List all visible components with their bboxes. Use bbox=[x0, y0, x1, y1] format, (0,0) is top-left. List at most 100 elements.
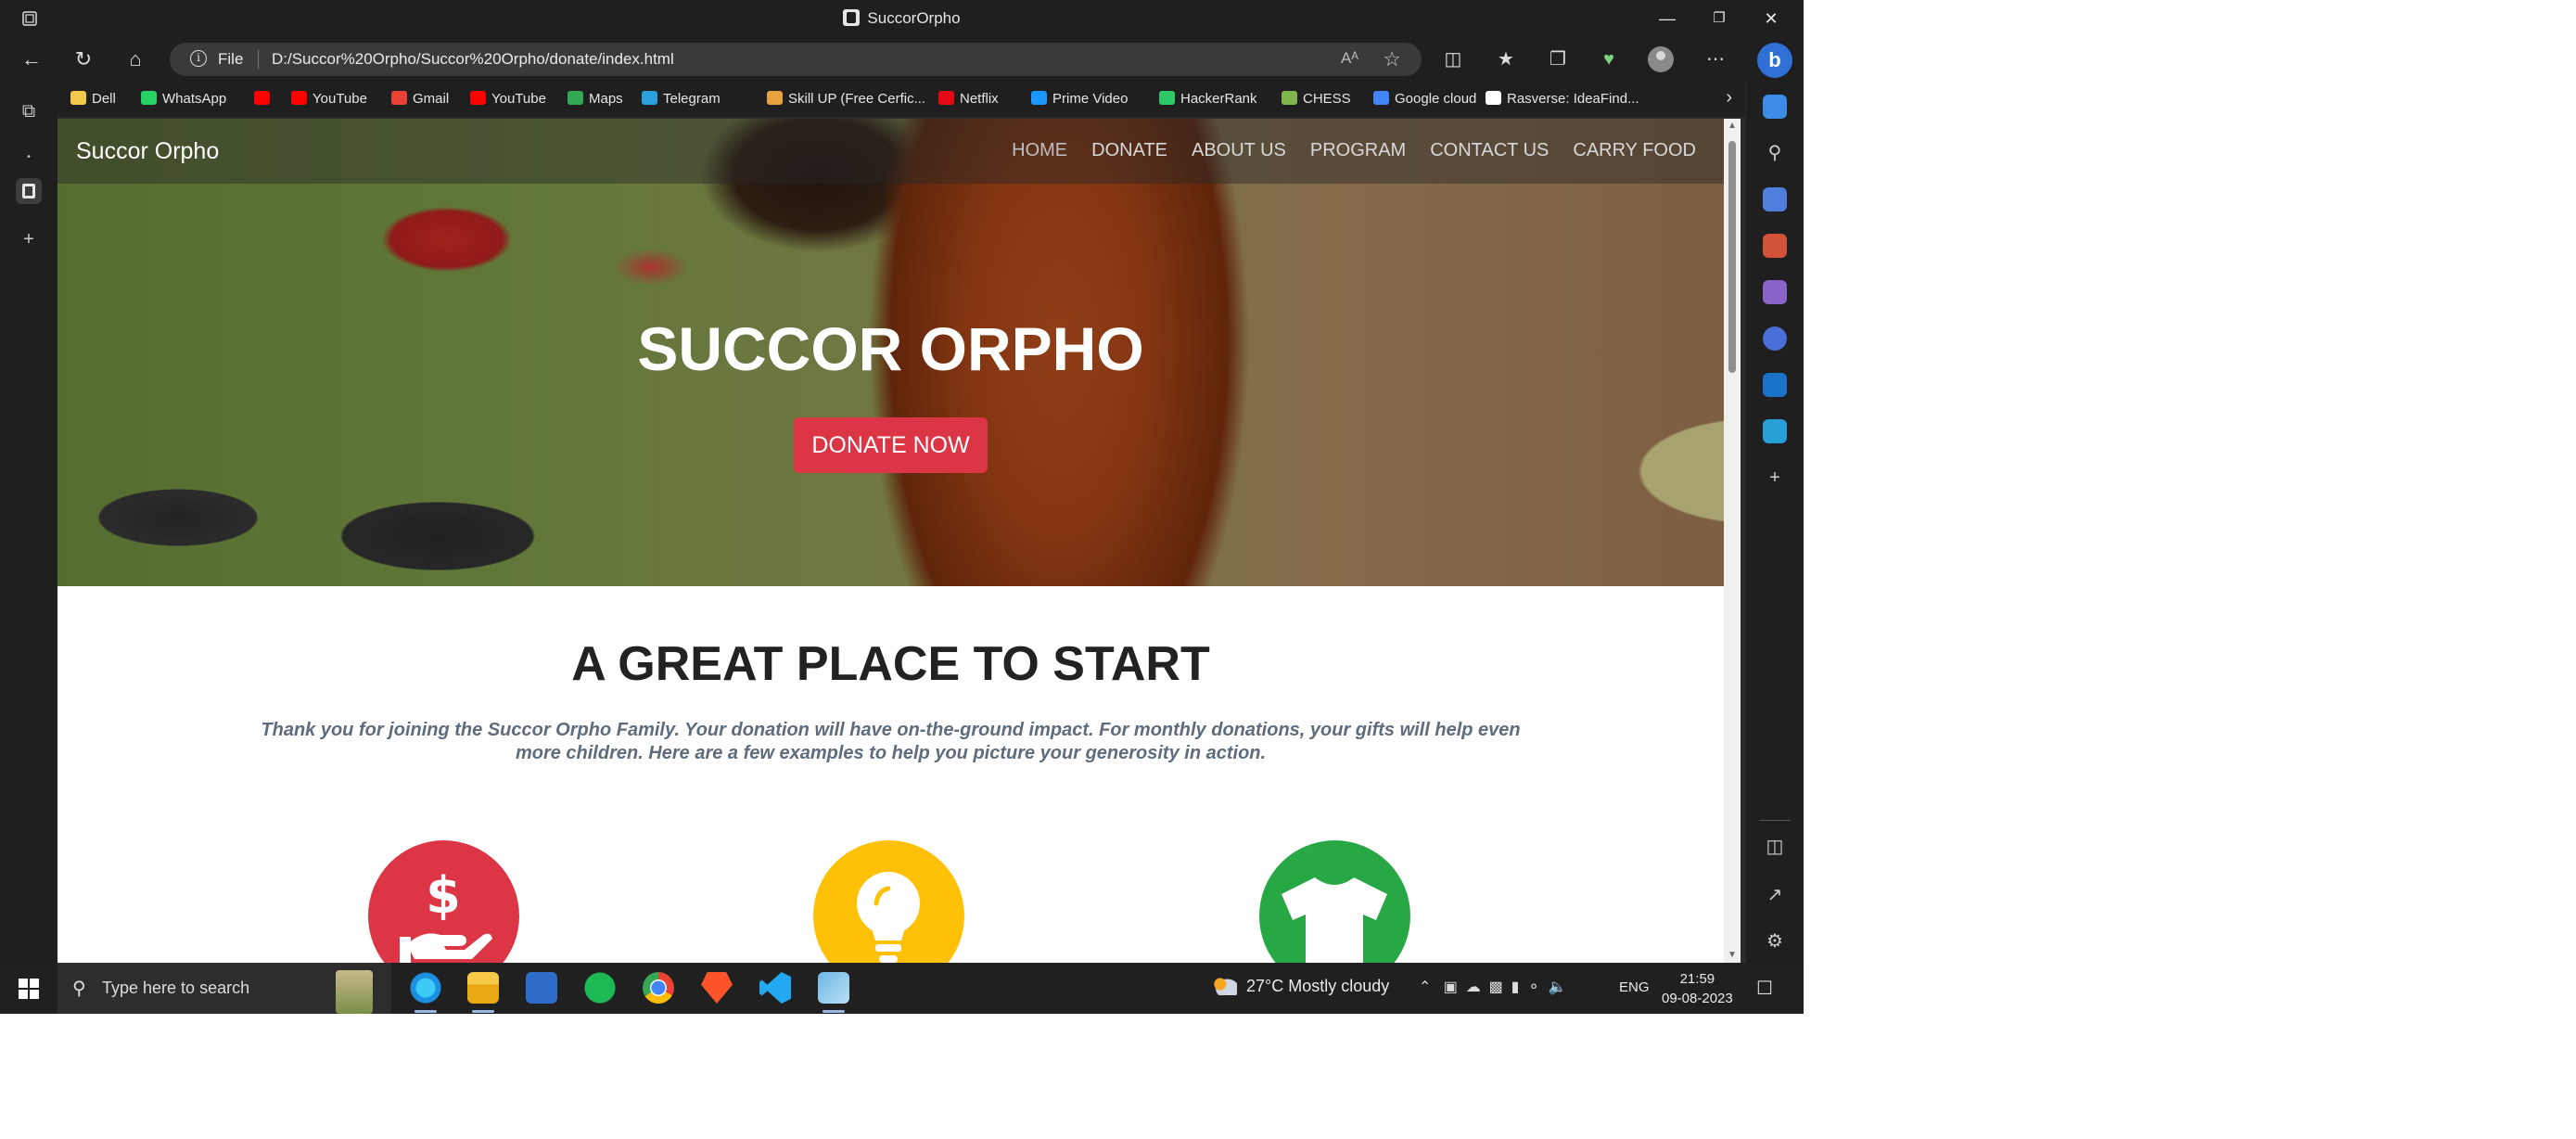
games-icon[interactable] bbox=[1763, 280, 1787, 304]
show-hidden-icons-icon[interactable]: ⌃ bbox=[1419, 979, 1431, 995]
nav-link-program[interactable]: PROGRAM bbox=[1310, 140, 1406, 161]
bookmark-google-cloud[interactable]: Google cloud bbox=[1373, 91, 1476, 107]
edge-taskbar-icon[interactable] bbox=[410, 972, 441, 1013]
nav-link-about-us[interactable]: ABOUT US bbox=[1192, 140, 1286, 161]
read-aloud-icon[interactable]: Aᴬ bbox=[1341, 49, 1358, 68]
outlook-icon[interactable] bbox=[1763, 373, 1787, 397]
hackerrank-icon bbox=[1159, 91, 1175, 105]
bookmark-chess[interactable]: CHESS bbox=[1282, 91, 1351, 107]
clock[interactable]: 21:59 09-08-2023 bbox=[1662, 969, 1733, 1008]
browser-toolbar: ← ↻ ⌂ i File D:/Succor%20Orpho/Succor%20… bbox=[0, 37, 1804, 82]
settings-gear-icon[interactable]: ⚙ bbox=[1763, 929, 1787, 953]
collections-icon[interactable]: ❐ bbox=[1545, 46, 1571, 72]
donate-now-button[interactable]: DONATE NOW bbox=[794, 417, 988, 473]
chrome-taskbar-icon[interactable] bbox=[643, 972, 674, 1004]
bookmark-rasverse-ideafind[interactable]: Rasverse: IdeaFind... bbox=[1486, 91, 1639, 107]
bookmark-youtube[interactable]: YouTube bbox=[470, 91, 546, 107]
profile-avatar[interactable] bbox=[1648, 46, 1674, 72]
scrollbar-thumb[interactable] bbox=[1728, 141, 1736, 373]
notification-center-icon[interactable]: ☐ bbox=[1756, 977, 1773, 1000]
search-icon[interactable]: ⚲ bbox=[1763, 141, 1787, 165]
nav-link-carry-food[interactable]: CARRY FOOD bbox=[1573, 140, 1696, 161]
tab-dot-icon[interactable]: • bbox=[16, 145, 42, 171]
more-options-icon[interactable]: ⋯ bbox=[1702, 46, 1728, 72]
brave-taskbar-icon[interactable] bbox=[701, 972, 733, 1004]
bookmark-label: Prime Video bbox=[1052, 91, 1129, 107]
bing-chat-icon[interactable]: b bbox=[1757, 43, 1792, 78]
open-external-icon[interactable]: ↗ bbox=[1763, 883, 1787, 907]
url-text[interactable]: D:/Succor%20Orpho/Succor%20Orpho/donate/… bbox=[272, 50, 674, 69]
bookmark-prime-video[interactable]: Prime Video bbox=[1031, 91, 1128, 107]
nav-link-contact-us[interactable]: CONTACT US bbox=[1430, 140, 1549, 161]
bookmark-youtube[interactable]: YouTube bbox=[291, 91, 367, 107]
bookmark-label: Google cloud bbox=[1395, 91, 1477, 107]
scroll-up-icon[interactable]: ▲ bbox=[1728, 122, 1737, 131]
onedrive-icon[interactable]: ☁ bbox=[1466, 979, 1481, 995]
bookmarks-bar: Dell WhatsApp YouTube Gmail YouTube Maps Teleg… bbox=[57, 82, 1745, 117]
favorites-icon[interactable]: ★ bbox=[1493, 46, 1519, 72]
nav-link-home[interactable]: HOME bbox=[1012, 140, 1067, 161]
refresh-button[interactable]: ↻ bbox=[70, 46, 96, 72]
bookmark-netflix[interactable]: Netflix bbox=[938, 91, 999, 107]
favorite-star-icon[interactable]: ☆ bbox=[1383, 47, 1401, 71]
shopping-icon[interactable] bbox=[1763, 187, 1787, 211]
hide-sidebar-icon[interactable]: ◫ bbox=[1763, 835, 1787, 859]
active-tab-favicon-icon[interactable] bbox=[16, 178, 42, 204]
browser-essentials-icon[interactable]: ♥ bbox=[1596, 46, 1622, 72]
camera-icon[interactable]: ▩ bbox=[1489, 979, 1503, 995]
more-bookmarks-chevron-icon[interactable]: › bbox=[1726, 87, 1732, 109]
mail-taskbar-icon[interactable] bbox=[526, 972, 557, 1004]
new-tab-icon[interactable]: + bbox=[16, 226, 42, 252]
address-bar[interactable]: i File D:/Succor%20Orpho/Succor%20Orpho/… bbox=[170, 43, 1422, 76]
nav-link-donate[interactable]: DONATE bbox=[1091, 140, 1167, 161]
tools-icon[interactable] bbox=[1763, 234, 1787, 258]
chess-icon bbox=[1282, 91, 1297, 105]
bookmark-dell[interactable]: Dell bbox=[70, 91, 116, 107]
weather-text: 27°C Mostly cloudy bbox=[1246, 977, 1390, 995]
bookmark-telegram[interactable]: Telegram bbox=[642, 91, 721, 107]
info-icon[interactable]: i bbox=[190, 50, 207, 67]
bookmark-whatsapp[interactable]: WhatsApp bbox=[141, 91, 226, 107]
page-scrollbar[interactable]: ▲ ▼ bbox=[1724, 119, 1741, 963]
split-screen-icon[interactable]: ◫ bbox=[1440, 46, 1466, 72]
file-explorer-taskbar-icon[interactable] bbox=[467, 972, 499, 1013]
bookmark-hackerrank[interactable]: HackerRank bbox=[1159, 91, 1257, 107]
scroll-down-icon[interactable]: ▼ bbox=[1728, 951, 1737, 960]
weather-widget[interactable]: 27°C Mostly cloudy bbox=[1213, 977, 1389, 996]
battery-icon[interactable]: ▮ bbox=[1511, 979, 1520, 995]
bookmark-youtube-shortcut[interactable] bbox=[254, 91, 275, 107]
bookmark-skill-up-free-cerfic[interactable]: Skill UP (Free Cerfic... bbox=[767, 91, 925, 107]
minimize-button[interactable]: — bbox=[1641, 0, 1693, 37]
restore-button[interactable]: ❐ bbox=[1693, 0, 1745, 37]
meet-now-icon[interactable]: ▣ bbox=[1444, 979, 1458, 995]
bookmark-gmail[interactable]: Gmail bbox=[391, 91, 449, 107]
window-title: SuccorOrpho bbox=[0, 9, 1804, 28]
whatsapp-icon bbox=[141, 91, 157, 105]
youtube-icon bbox=[291, 91, 307, 105]
site-menu: HOME DONATE ABOUT US PROGRAM CONTACT US CARRY… bbox=[988, 140, 1696, 161]
add-sidebar-app-icon[interactable]: + bbox=[1763, 466, 1787, 490]
back-button[interactable]: ← bbox=[19, 46, 45, 72]
vscode-taskbar-icon[interactable] bbox=[759, 972, 791, 1004]
clock-time: 21:59 bbox=[1679, 971, 1715, 987]
taskbar-search-box[interactable]: ⚲ Type here to search bbox=[57, 963, 391, 1014]
spotify-taskbar-icon[interactable] bbox=[584, 972, 616, 1004]
drop-icon[interactable] bbox=[1763, 419, 1787, 443]
language-indicator[interactable]: ENG bbox=[1619, 979, 1650, 995]
maps-icon bbox=[567, 91, 583, 105]
volume-icon[interactable]: 🔈 bbox=[1549, 979, 1567, 995]
close-button[interactable]: ✕ bbox=[1745, 0, 1797, 37]
notepad-taskbar-icon[interactable] bbox=[818, 972, 849, 1013]
site-brand[interactable]: Succor Orpho bbox=[76, 138, 219, 165]
tab-actions-icon[interactable]: ⧉ bbox=[16, 98, 42, 124]
site-favicon-icon bbox=[843, 9, 861, 26]
home-button[interactable]: ⌂ bbox=[122, 46, 148, 72]
notifications-icon[interactable] bbox=[1763, 95, 1787, 119]
google-icon bbox=[1373, 91, 1389, 105]
desktop-screen: SuccorOrpho — ❐ ✕ ← ↻ ⌂ i File D:/Succor… bbox=[0, 0, 1804, 1014]
windows-start-icon[interactable] bbox=[19, 979, 39, 999]
wifi-icon[interactable]: ⚬ bbox=[1527, 979, 1539, 995]
bookmark-label: Netflix bbox=[960, 91, 999, 107]
bookmark-maps[interactable]: Maps bbox=[567, 91, 623, 107]
microsoft-365-icon[interactable] bbox=[1763, 326, 1787, 351]
